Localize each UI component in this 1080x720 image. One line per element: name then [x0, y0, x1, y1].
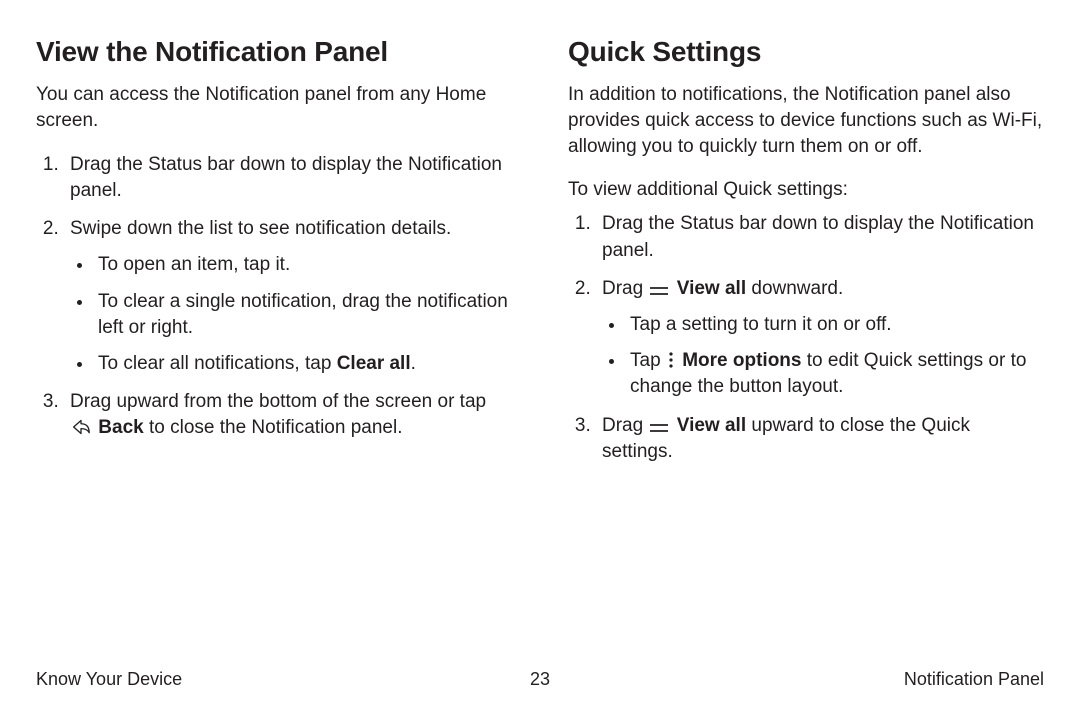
left-step-2: Swipe down the list to see notification … — [64, 216, 512, 377]
right-step-2-b2: Tap More options to edit Quick settings … — [626, 348, 1044, 400]
left-intro: You can access the Notification panel fr… — [36, 82, 512, 134]
text: Tap — [630, 350, 666, 371]
footer-left: Know Your Device — [36, 669, 182, 690]
more-options-label: More options — [677, 350, 802, 371]
text: to close the Notification panel. — [144, 417, 403, 438]
right-heading: Quick Settings — [568, 36, 1044, 68]
clear-all-label: Clear all — [337, 353, 411, 374]
back-icon — [71, 418, 91, 436]
page-footer: Know Your Device 23 Notification Panel — [36, 669, 1044, 690]
right-step-2-bullets: Tap a setting to turn it on or off. Tap … — [602, 312, 1044, 401]
left-step-1: Drag the Status bar down to display the … — [64, 152, 512, 204]
view-all-icon — [649, 422, 669, 434]
view-all-label: View all — [671, 415, 746, 436]
right-step-3: Drag View all upward to close the Quick … — [596, 413, 1044, 465]
right-step-1: Drag the Status bar down to display the … — [596, 211, 1044, 263]
right-step-2-b1: Tap a setting to turn it on or off. — [626, 312, 1044, 338]
left-step-2-text: Swipe down the list to see notification … — [70, 218, 451, 239]
back-label: Back — [93, 417, 144, 438]
left-step-2-b3: To clear all notifications, tap Clear al… — [94, 351, 512, 377]
right-lead: To view additional Quick settings: — [568, 177, 1044, 203]
right-step-2: Drag View all downward. Tap a setting to… — [596, 276, 1044, 401]
more-options-icon — [667, 351, 675, 369]
text: To clear all notifications, tap — [98, 353, 337, 374]
text: Drag upward from the bottom of the scree… — [70, 391, 486, 412]
right-steps: Drag the Status bar down to display the … — [568, 211, 1044, 465]
left-step-3: Drag upward from the bottom of the scree… — [64, 389, 512, 441]
left-column: View the Notification Panel You can acce… — [36, 36, 512, 477]
left-heading: View the Notification Panel — [36, 36, 512, 68]
view-all-icon — [649, 285, 669, 297]
view-all-label: View all — [671, 278, 746, 299]
left-steps: Drag the Status bar down to display the … — [36, 152, 512, 442]
text: Drag — [602, 415, 648, 436]
text: Drag — [602, 278, 648, 299]
footer-page-number: 23 — [530, 669, 550, 690]
two-column-layout: View the Notification Panel You can acce… — [36, 36, 1044, 477]
left-step-2-bullets: To open an item, tap it. To clear a sing… — [70, 252, 512, 377]
text: downward. — [746, 278, 843, 299]
footer-right: Notification Panel — [904, 669, 1044, 690]
text: . — [411, 353, 416, 374]
right-intro: In addition to notifications, the Notifi… — [568, 82, 1044, 159]
left-step-2-b2: To clear a single notification, drag the… — [94, 289, 512, 341]
right-column: Quick Settings In addition to notificati… — [568, 36, 1044, 477]
left-step-2-b1: To open an item, tap it. — [94, 252, 512, 278]
